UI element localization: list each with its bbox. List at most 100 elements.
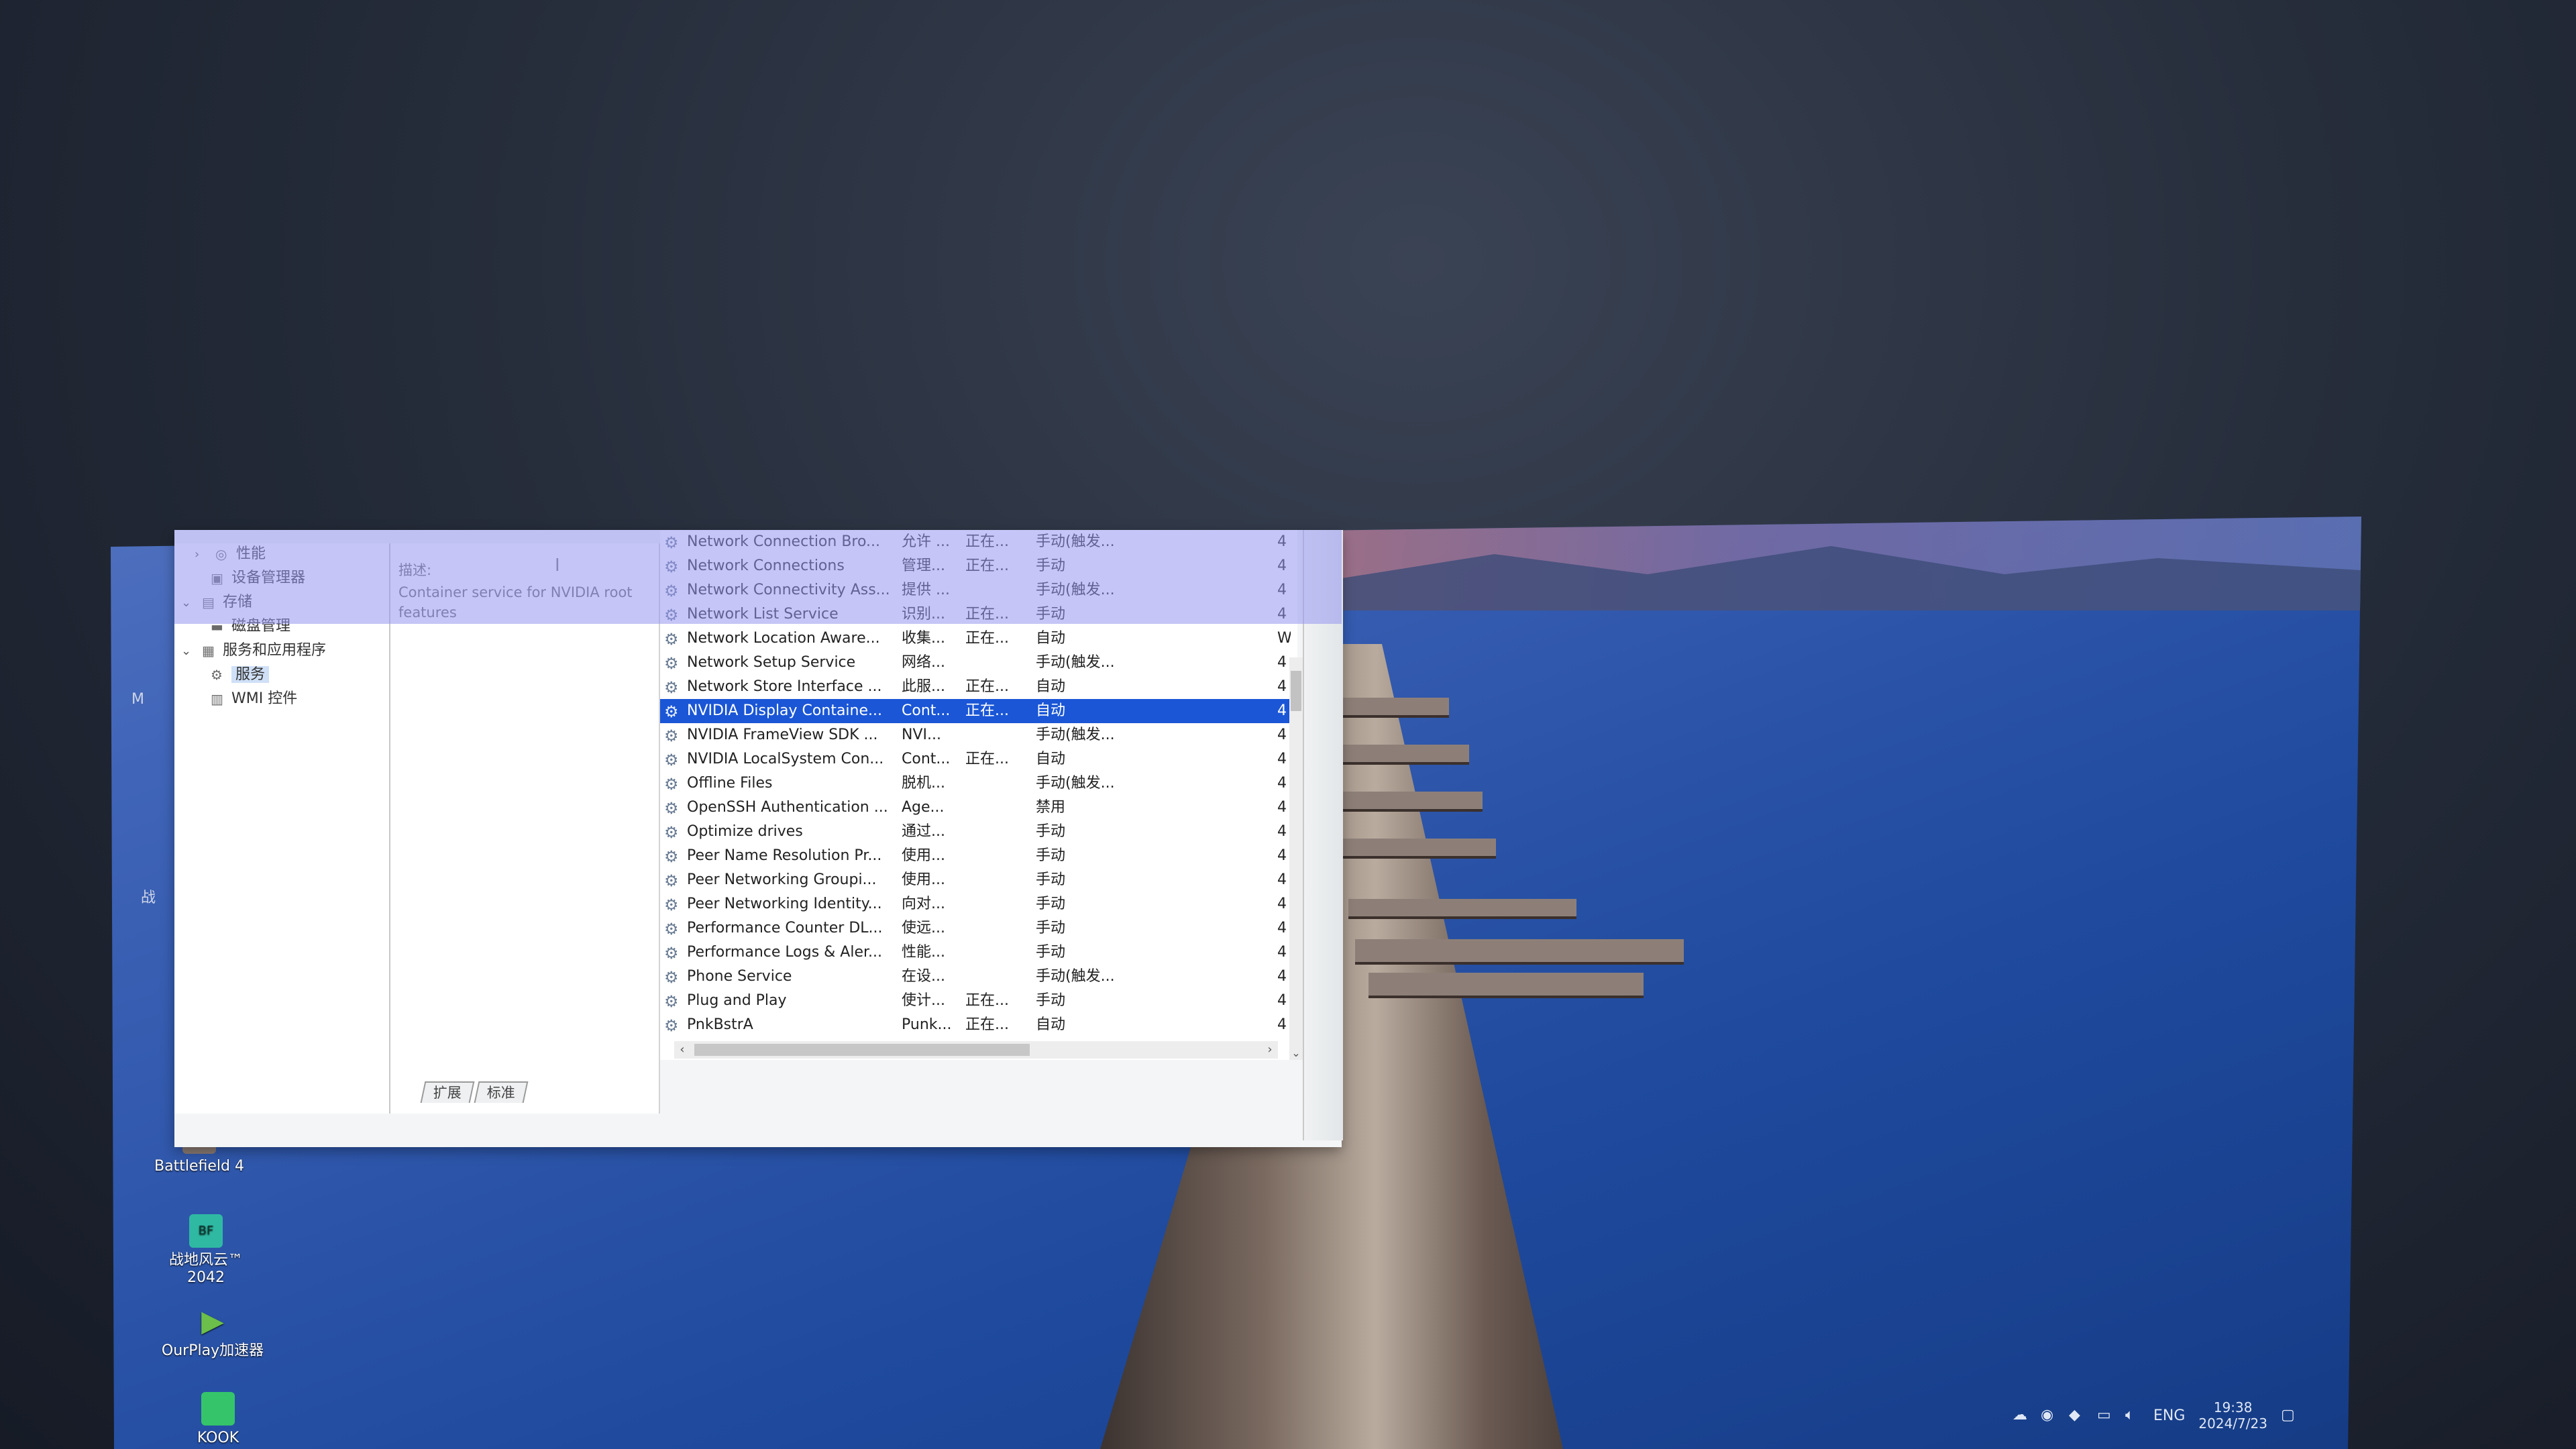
wallpaper-plank bbox=[1342, 792, 1483, 812]
desktop-edge-text: M bbox=[131, 691, 144, 708]
desktop-shortcut-label: KOOK bbox=[197, 1430, 239, 1446]
display-icon[interactable]: ▭ bbox=[2097, 1408, 2112, 1423]
wallpaper-plank bbox=[1342, 839, 1496, 859]
service-row[interactable]: ⚙ Performance Logs & Aler... 性能... 手动 4 bbox=[660, 941, 1291, 965]
service-row[interactable]: ⚙ Peer Networking Identity... 向对... 手动 4 bbox=[660, 892, 1291, 916]
service-row[interactable]: ⚙ Network Store Interface ... 此服... 正在... 自动… bbox=[660, 675, 1291, 699]
disk-icon: ▬ bbox=[211, 619, 223, 635]
service-row[interactable]: ⚙ NVIDIA LocalSystem Con... Cont... 正在... 自动… bbox=[660, 747, 1291, 771]
system-tray: ☁ ◉ ◆ ▭ 🔈︎ ENG 19:38 2024/7/23 ▢ bbox=[2012, 1395, 2334, 1436]
service-gear-icon: ⚙ bbox=[664, 654, 679, 673]
wallpaper-plank bbox=[1368, 973, 1644, 998]
service-row[interactable]: ⚙ Network Setup Service 网络... 手动(触发... 4 bbox=[660, 651, 1291, 675]
service-gear-icon: ⚙ bbox=[664, 1016, 679, 1035]
scrollbar-thumb[interactable] bbox=[1291, 671, 1301, 711]
performance-icon: ◎ bbox=[215, 546, 227, 562]
tree-item-services[interactable]: ⚙ 服务 bbox=[211, 664, 270, 686]
kook-icon bbox=[201, 1392, 235, 1426]
service-gear-icon: ⚙ bbox=[664, 557, 679, 576]
services-list: ⚙ Network Connection Bro... 允许 ... 正在... 手动(… bbox=[660, 530, 1297, 1060]
desktop-shortcut-bf2042[interactable]: BF 战地风云™ 2042 bbox=[149, 1214, 263, 1287]
tab-standard[interactable]: 标准 bbox=[474, 1081, 529, 1103]
wallpaper-plank bbox=[1342, 698, 1449, 718]
clock[interactable]: 19:38 2024/7/23 bbox=[2198, 1399, 2267, 1432]
service-row[interactable]: ⚙ Network Location Aware... 收集... 正在... 自动 W bbox=[660, 627, 1291, 651]
chevron-down-icon[interactable]: ⌄ bbox=[181, 592, 197, 614]
tab-extended[interactable]: 扩展 bbox=[420, 1081, 475, 1103]
service-row[interactable]: ⚙ Offline Files 脱机... 手动(触发... 4 bbox=[660, 771, 1291, 796]
service-row[interactable]: ⚙ NVIDIA FrameView SDK ... NVI... 手动(触发... 4 bbox=[660, 723, 1291, 747]
vertical-scrollbar[interactable]: ⌄ bbox=[1289, 657, 1303, 1060]
notification-icon[interactable]: ▢ bbox=[2281, 1408, 2296, 1423]
storage-icon: ▤ bbox=[202, 594, 215, 610]
device-manager-icon: ▣ bbox=[211, 570, 223, 586]
services-icon: ⚙ bbox=[211, 667, 223, 683]
wallpaper-plank bbox=[1342, 745, 1469, 765]
ourplay-icon: ▶ bbox=[201, 1304, 224, 1338]
tree-item-device-manager[interactable]: ▣ 设备管理器 bbox=[211, 568, 305, 589]
description-pane: 描述: Container service for NVIDIA root fe… bbox=[390, 543, 660, 1114]
service-row[interactable]: ⚙ Plug and Play 使计... 正在... 手动 4 bbox=[660, 989, 1291, 1013]
service-row[interactable]: ⚙ Optimize drives 通过... 手动 4 bbox=[660, 820, 1291, 844]
tree-item-label: 性能 bbox=[236, 545, 266, 562]
service-row[interactable]: ⚙ Peer Name Resolution Pr... 使用... 手动 4 bbox=[660, 844, 1291, 868]
service-row[interactable]: ⚙ Performance Counter DL... 使远... 手动 4 bbox=[660, 916, 1291, 941]
service-gear-icon: ⚙ bbox=[664, 823, 679, 842]
chevron-right-icon[interactable]: › bbox=[195, 544, 211, 566]
tree-item-label: WMI 控件 bbox=[231, 690, 298, 707]
service-gear-icon: ⚙ bbox=[664, 944, 679, 963]
service-gear-icon: ⚙ bbox=[664, 992, 679, 1011]
desktop-shortcut-label: Battlefield 4 bbox=[154, 1158, 244, 1175]
service-gear-icon: ⚙ bbox=[664, 678, 679, 697]
horizontal-scrollbar[interactable]: ‹ › bbox=[674, 1041, 1278, 1059]
service-gear-icon: ⚙ bbox=[664, 630, 679, 649]
service-gear-icon: ⚙ bbox=[664, 751, 679, 769]
tree-item-label: 服务 bbox=[231, 666, 270, 683]
service-row[interactable]: ⚙ Phone Service 在设... 手动(触发... 4 bbox=[660, 965, 1291, 989]
services-apps-icon: ▦ bbox=[202, 643, 215, 659]
tree-item-services-apps[interactable]: ⌄ ▦ 服务和应用程序 bbox=[181, 640, 326, 661]
service-row[interactable]: ⚙ Network Connectivity Ass... 提供 ... 手动(触发.… bbox=[660, 578, 1291, 602]
service-gear-icon: ⚙ bbox=[664, 702, 679, 721]
service-row[interactable]: ⚙ Network Connection Bro... 允许 ... 正在... 手动(… bbox=[660, 530, 1291, 554]
service-gear-icon: ⚙ bbox=[664, 847, 679, 866]
service-gear-icon: ⚙ bbox=[664, 582, 679, 600]
language-indicator[interactable]: ENG bbox=[2153, 1407, 2185, 1424]
description-heading: 描述: bbox=[398, 562, 432, 578]
chevron-down-icon[interactable]: ⌄ bbox=[1289, 1046, 1303, 1060]
scrollbar-thumb[interactable] bbox=[694, 1044, 1030, 1056]
volume-icon[interactable]: 🔈︎ bbox=[2125, 1408, 2140, 1423]
tree-item-label: 设备管理器 bbox=[231, 570, 306, 586]
service-row[interactable]: ⚙ OpenSSH Authentication ... Age... 禁用 4 bbox=[660, 796, 1291, 820]
wallpaper-plank bbox=[1348, 899, 1576, 919]
tree-item-performance[interactable]: › ◎ 性能 bbox=[195, 543, 266, 565]
service-gear-icon: ⚙ bbox=[664, 775, 679, 794]
service-gear-icon: ⚙ bbox=[664, 533, 679, 552]
service-row-selected[interactable]: ⚙ NVIDIA Display Containe... Cont... 正在... 自… bbox=[660, 699, 1291, 723]
tree-item-label: 存储 bbox=[223, 594, 253, 610]
service-row[interactable]: ⚙ Network List Service 识别... 正在... 手动 4 bbox=[660, 602, 1291, 627]
shield-icon[interactable]: ◆ bbox=[2069, 1408, 2084, 1423]
chevron-left-icon[interactable]: ‹ bbox=[674, 1041, 690, 1059]
service-row[interactable]: ⚙ Peer Networking Groupi... 使用... 手动 4 bbox=[660, 868, 1291, 892]
view-tabs: 扩展 标准 bbox=[420, 1081, 529, 1103]
steam-icon[interactable]: ◉ bbox=[2041, 1408, 2055, 1423]
clock-time: 19:38 bbox=[2213, 1399, 2253, 1415]
chevron-right-icon[interactable]: › bbox=[1262, 1041, 1278, 1059]
desktop-shortcut-ourplay[interactable]: ▶ OurPlay加速器 bbox=[156, 1305, 270, 1360]
tree-item-wmi[interactable]: ▥ WMI 控件 bbox=[211, 688, 297, 710]
service-gear-icon: ⚙ bbox=[664, 871, 679, 890]
tree-item-disk-management[interactable]: ▬ 磁盘管理 bbox=[211, 616, 290, 637]
chevron-down-icon[interactable]: ⌄ bbox=[181, 641, 197, 662]
tree-item-label: 服务和应用程序 bbox=[223, 642, 327, 659]
tree-item-label: 磁盘管理 bbox=[231, 618, 291, 635]
network-icon[interactable]: ☁ bbox=[2012, 1408, 2027, 1423]
desktop-shortcut-kook[interactable]: KOOK bbox=[161, 1392, 275, 1447]
tree-item-storage[interactable]: ⌄ ▤ 存储 bbox=[181, 592, 252, 613]
service-row[interactable]: ⚙ PnkBstrA Punk... 正在... 自动 4 bbox=[660, 1013, 1291, 1037]
service-gear-icon: ⚙ bbox=[664, 920, 679, 938]
computer-management-window: › ◎ 性能 ▣ 设备管理器 ⌄ ▤ 存储 ▬ 磁盘管理 ⌄ ▦ 服务和应用程序… bbox=[174, 530, 1343, 1147]
service-gear-icon: ⚙ bbox=[664, 896, 679, 914]
desktop-shortcut-label: 战地风云™ 2042 bbox=[168, 1252, 243, 1286]
service-row[interactable]: ⚙ Network Connections 管理... 正在... 手动 4 bbox=[660, 554, 1291, 578]
